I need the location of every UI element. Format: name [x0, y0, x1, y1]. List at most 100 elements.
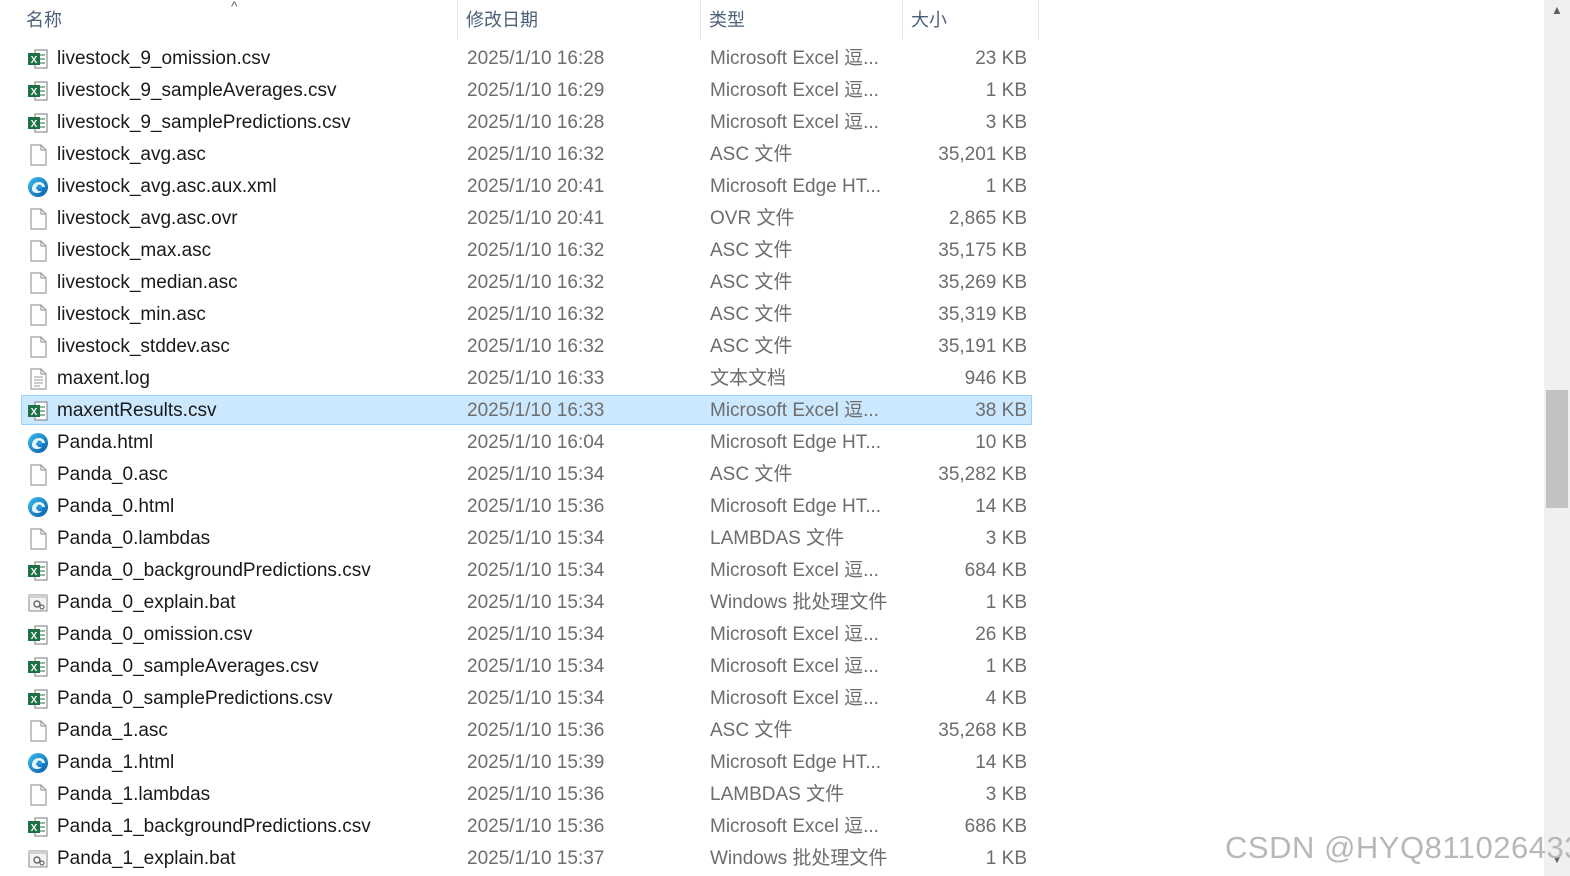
file-date-modified: 2025/1/10 15:34 [467, 528, 605, 549]
file-size: 23 KB [975, 48, 1027, 69]
file-name: Panda_0_samplePredictions.csv [57, 688, 333, 709]
edge-icon [27, 176, 49, 198]
file-date-modified: 2025/1/10 15:36 [467, 784, 605, 805]
file-size: 14 KB [975, 496, 1027, 517]
file-row[interactable]: Panda_1.html 2025/1/10 15:39 Microsoft Edg… [0, 747, 1040, 779]
file-type: Microsoft Excel 逗... [710, 400, 879, 421]
file-row[interactable]: Panda_1_explain.bat 2025/1/10 15:37 Window… [0, 843, 1040, 875]
file-type: OVR 文件 [710, 208, 795, 229]
file-name: maxent.log [57, 368, 150, 389]
file-row[interactable]: livestock_median.asc 2025/1/10 16:32 ASC 文… [0, 267, 1040, 299]
excel-icon: X [27, 688, 49, 710]
file-row[interactable]: livestock_stddev.asc 2025/1/10 16:32 ASC 文… [0, 331, 1040, 363]
file-type: Microsoft Edge HT... [710, 176, 882, 197]
file-row[interactable]: Panda_0.html 2025/1/10 15:36 Microsoft Edg… [0, 491, 1040, 523]
file-icon [27, 144, 49, 166]
file-icon [27, 336, 49, 358]
scroll-up-icon[interactable]: ▲ [1551, 3, 1563, 17]
file-date-modified: 2025/1/10 15:36 [467, 720, 605, 741]
file-name: Panda_1.asc [57, 720, 168, 741]
file-date-modified: 2025/1/10 15:34 [467, 688, 605, 709]
file-name: Panda_0_explain.bat [57, 592, 236, 613]
file-row[interactable]: livestock_min.asc 2025/1/10 16:32 ASC 文件 35… [0, 299, 1040, 331]
file-size: 35,191 KB [938, 336, 1027, 357]
file-icon [27, 464, 49, 486]
file-size: 1 KB [985, 592, 1027, 613]
file-icon [27, 784, 49, 806]
file-row[interactable]: X Panda_0_backgroundPredictions.csv 2025/1… [0, 555, 1040, 587]
file-name: livestock_median.asc [57, 272, 238, 293]
column-header-date[interactable]: 修改日期 [458, 0, 701, 40]
file-type: Microsoft Edge HT... [710, 496, 882, 517]
file-type: ASC 文件 [710, 272, 793, 293]
file-date-modified: 2025/1/10 15:36 [467, 816, 605, 837]
svg-text:X: X [31, 823, 38, 834]
file-icon [27, 304, 49, 326]
file-row[interactable]: Xlivestock_9_samplePredictions.csv 2025/1… [0, 107, 1040, 139]
file-type: Windows 批处理文件 [710, 592, 888, 613]
svg-text:X: X [31, 119, 38, 130]
file-type: Microsoft Edge HT... [710, 752, 882, 773]
file-type: Microsoft Edge HT... [710, 432, 882, 453]
file-row[interactable]: Xlivestock_9_sampleAverages.csv 2025/1/10… [0, 75, 1040, 107]
file-name: Panda_1.html [57, 752, 175, 773]
file-icon [27, 272, 49, 294]
file-size: 1 KB [985, 656, 1027, 677]
file-row[interactable]: X Panda_1_backgroundPredictions.csv 2025/1… [0, 811, 1040, 843]
file-date-modified: 2025/1/10 15:34 [467, 624, 605, 645]
column-header-type[interactable]: 类型 [701, 0, 903, 40]
file-row[interactable]: livestock_avg.asc.aux.xml 2025/1/10 20:41… [0, 171, 1040, 203]
file-name: maxentResults.csv [57, 400, 217, 421]
column-header-name[interactable]: 名称 [18, 0, 458, 40]
excel-icon: X [27, 400, 49, 422]
file-size: 3 KB [985, 784, 1027, 805]
svg-text:X: X [31, 567, 38, 578]
file-row[interactable]: Panda.html 2025/1/10 16:04 Microsoft Edge … [0, 427, 1040, 459]
file-name: livestock_9_sampleAverages.csv [57, 80, 337, 101]
file-date-modified: 2025/1/10 15:39 [467, 752, 605, 773]
batch-icon [27, 592, 49, 614]
file-row[interactable]: livestock_avg.asc.ovr 2025/1/10 20:41 OVR … [0, 203, 1040, 235]
svg-text:X: X [31, 87, 38, 98]
file-row[interactable]: X Panda_0_sampleAverages.csv 2025/1/10 15:… [0, 651, 1040, 683]
file-row[interactable]: Panda_0.asc 2025/1/10 15:34 ASC 文件 35,282 K… [0, 459, 1040, 491]
svg-text:X: X [31, 55, 38, 66]
file-row[interactable]: Panda_0.lambdas 2025/1/10 15:34 LAMBDAS 文件… [0, 523, 1040, 555]
text-icon [27, 368, 49, 390]
file-row[interactable]: X Panda_0_omission.csv 2025/1/10 15:34 Micr… [0, 619, 1040, 651]
file-size: 35,269 KB [938, 272, 1027, 293]
file-size: 686 KB [964, 816, 1027, 837]
file-size: 4 KB [985, 688, 1027, 709]
file-date-modified: 2025/1/10 16:33 [467, 400, 605, 421]
file-date-modified: 2025/1/10 16:32 [467, 240, 605, 261]
excel-icon: X [27, 560, 49, 582]
file-row[interactable]: X Panda_0_samplePredictions.csv 2025/1/10 … [0, 683, 1040, 715]
file-name: Panda_0_sampleAverages.csv [57, 656, 319, 677]
file-row[interactable]: XmaxentResults.csv 2025/1/10 16:33 Microso… [0, 395, 1040, 427]
file-row[interactable]: Panda_0_explain.bat 2025/1/10 15:34 Window… [0, 587, 1040, 619]
file-row[interactable]: livestock_max.asc 2025/1/10 16:32 ASC 文件 35… [0, 235, 1040, 267]
file-row[interactable]: Panda_1.lambdas 2025/1/10 15:36 LAMBDAS 文件… [0, 779, 1040, 811]
column-header-size[interactable]: 大小 [903, 0, 1039, 40]
file-type: Microsoft Excel 逗... [710, 816, 879, 837]
file-date-modified: 2025/1/10 15:36 [467, 496, 605, 517]
file-date-modified: 2025/1/10 16:28 [467, 48, 605, 69]
file-row[interactable]: Xlivestock_9_omission.csv 2025/1/10 16:28… [0, 43, 1040, 75]
batch-icon [27, 848, 49, 870]
file-name: Panda_0.lambdas [57, 528, 211, 549]
file-name: Panda_1_backgroundPredictions.csv [57, 816, 371, 837]
file-date-modified: 2025/1/10 16:28 [467, 112, 605, 133]
vertical-scrollbar[interactable]: ▲ ▼ [1544, 0, 1570, 876]
file-row[interactable]: livestock_avg.asc 2025/1/10 16:32 ASC 文件 35… [0, 139, 1040, 171]
file-type: Microsoft Excel 逗... [710, 688, 879, 709]
excel-icon: X [27, 80, 49, 102]
file-type: Microsoft Excel 逗... [710, 48, 879, 69]
excel-icon: X [27, 624, 49, 646]
file-size: 35,268 KB [938, 720, 1027, 741]
file-size: 3 KB [985, 112, 1027, 133]
file-type: Microsoft Excel 逗... [710, 80, 879, 101]
file-date-modified: 2025/1/10 15:37 [467, 848, 605, 869]
file-row[interactable]: maxent.log 2025/1/10 16:33 文本文档 946 KB [0, 363, 1040, 395]
scrollbar-thumb[interactable] [1546, 390, 1568, 508]
file-row[interactable]: Panda_1.asc 2025/1/10 15:36 ASC 文件 35,268 K… [0, 715, 1040, 747]
